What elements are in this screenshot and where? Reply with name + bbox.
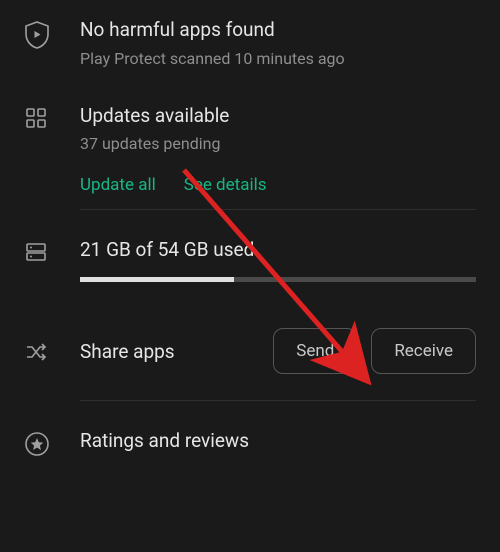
protect-subtitle: Play Protect scanned 10 minutes ago	[80, 49, 476, 68]
receive-button[interactable]: Receive	[371, 328, 476, 374]
share-apps-title: Share apps	[80, 340, 175, 363]
ratings-title: Ratings and reviews	[80, 429, 476, 454]
updates-subtitle: 37 updates pending	[80, 134, 476, 153]
storage-section[interactable]: 21 GB of 54 GB used	[0, 216, 500, 304]
divider	[80, 209, 476, 210]
storage-text: 21 GB of 54 GB used	[80, 238, 476, 263]
divider	[80, 400, 476, 401]
see-details-button[interactable]: See details	[184, 175, 267, 195]
star-badge-icon	[24, 429, 80, 457]
storage-progress-fill	[80, 277, 234, 282]
updates-title: Updates available	[80, 104, 476, 129]
play-protect-section[interactable]: No harmful apps found Play Protect scann…	[0, 0, 500, 86]
share-apps-section: Share apps Send Receive	[0, 304, 500, 398]
protect-title: No harmful apps found	[80, 18, 476, 43]
updates-section: Updates available 37 updates pending Upd…	[0, 86, 500, 204]
update-all-button[interactable]: Update all	[80, 175, 156, 195]
apps-grid-icon	[24, 104, 80, 130]
send-button[interactable]: Send	[273, 328, 357, 374]
shield-play-icon	[24, 18, 80, 50]
storage-progress-bar	[80, 277, 476, 282]
shuffle-icon	[24, 338, 80, 364]
ratings-section[interactable]: Ratings and reviews	[0, 407, 500, 475]
storage-icon	[24, 238, 80, 264]
